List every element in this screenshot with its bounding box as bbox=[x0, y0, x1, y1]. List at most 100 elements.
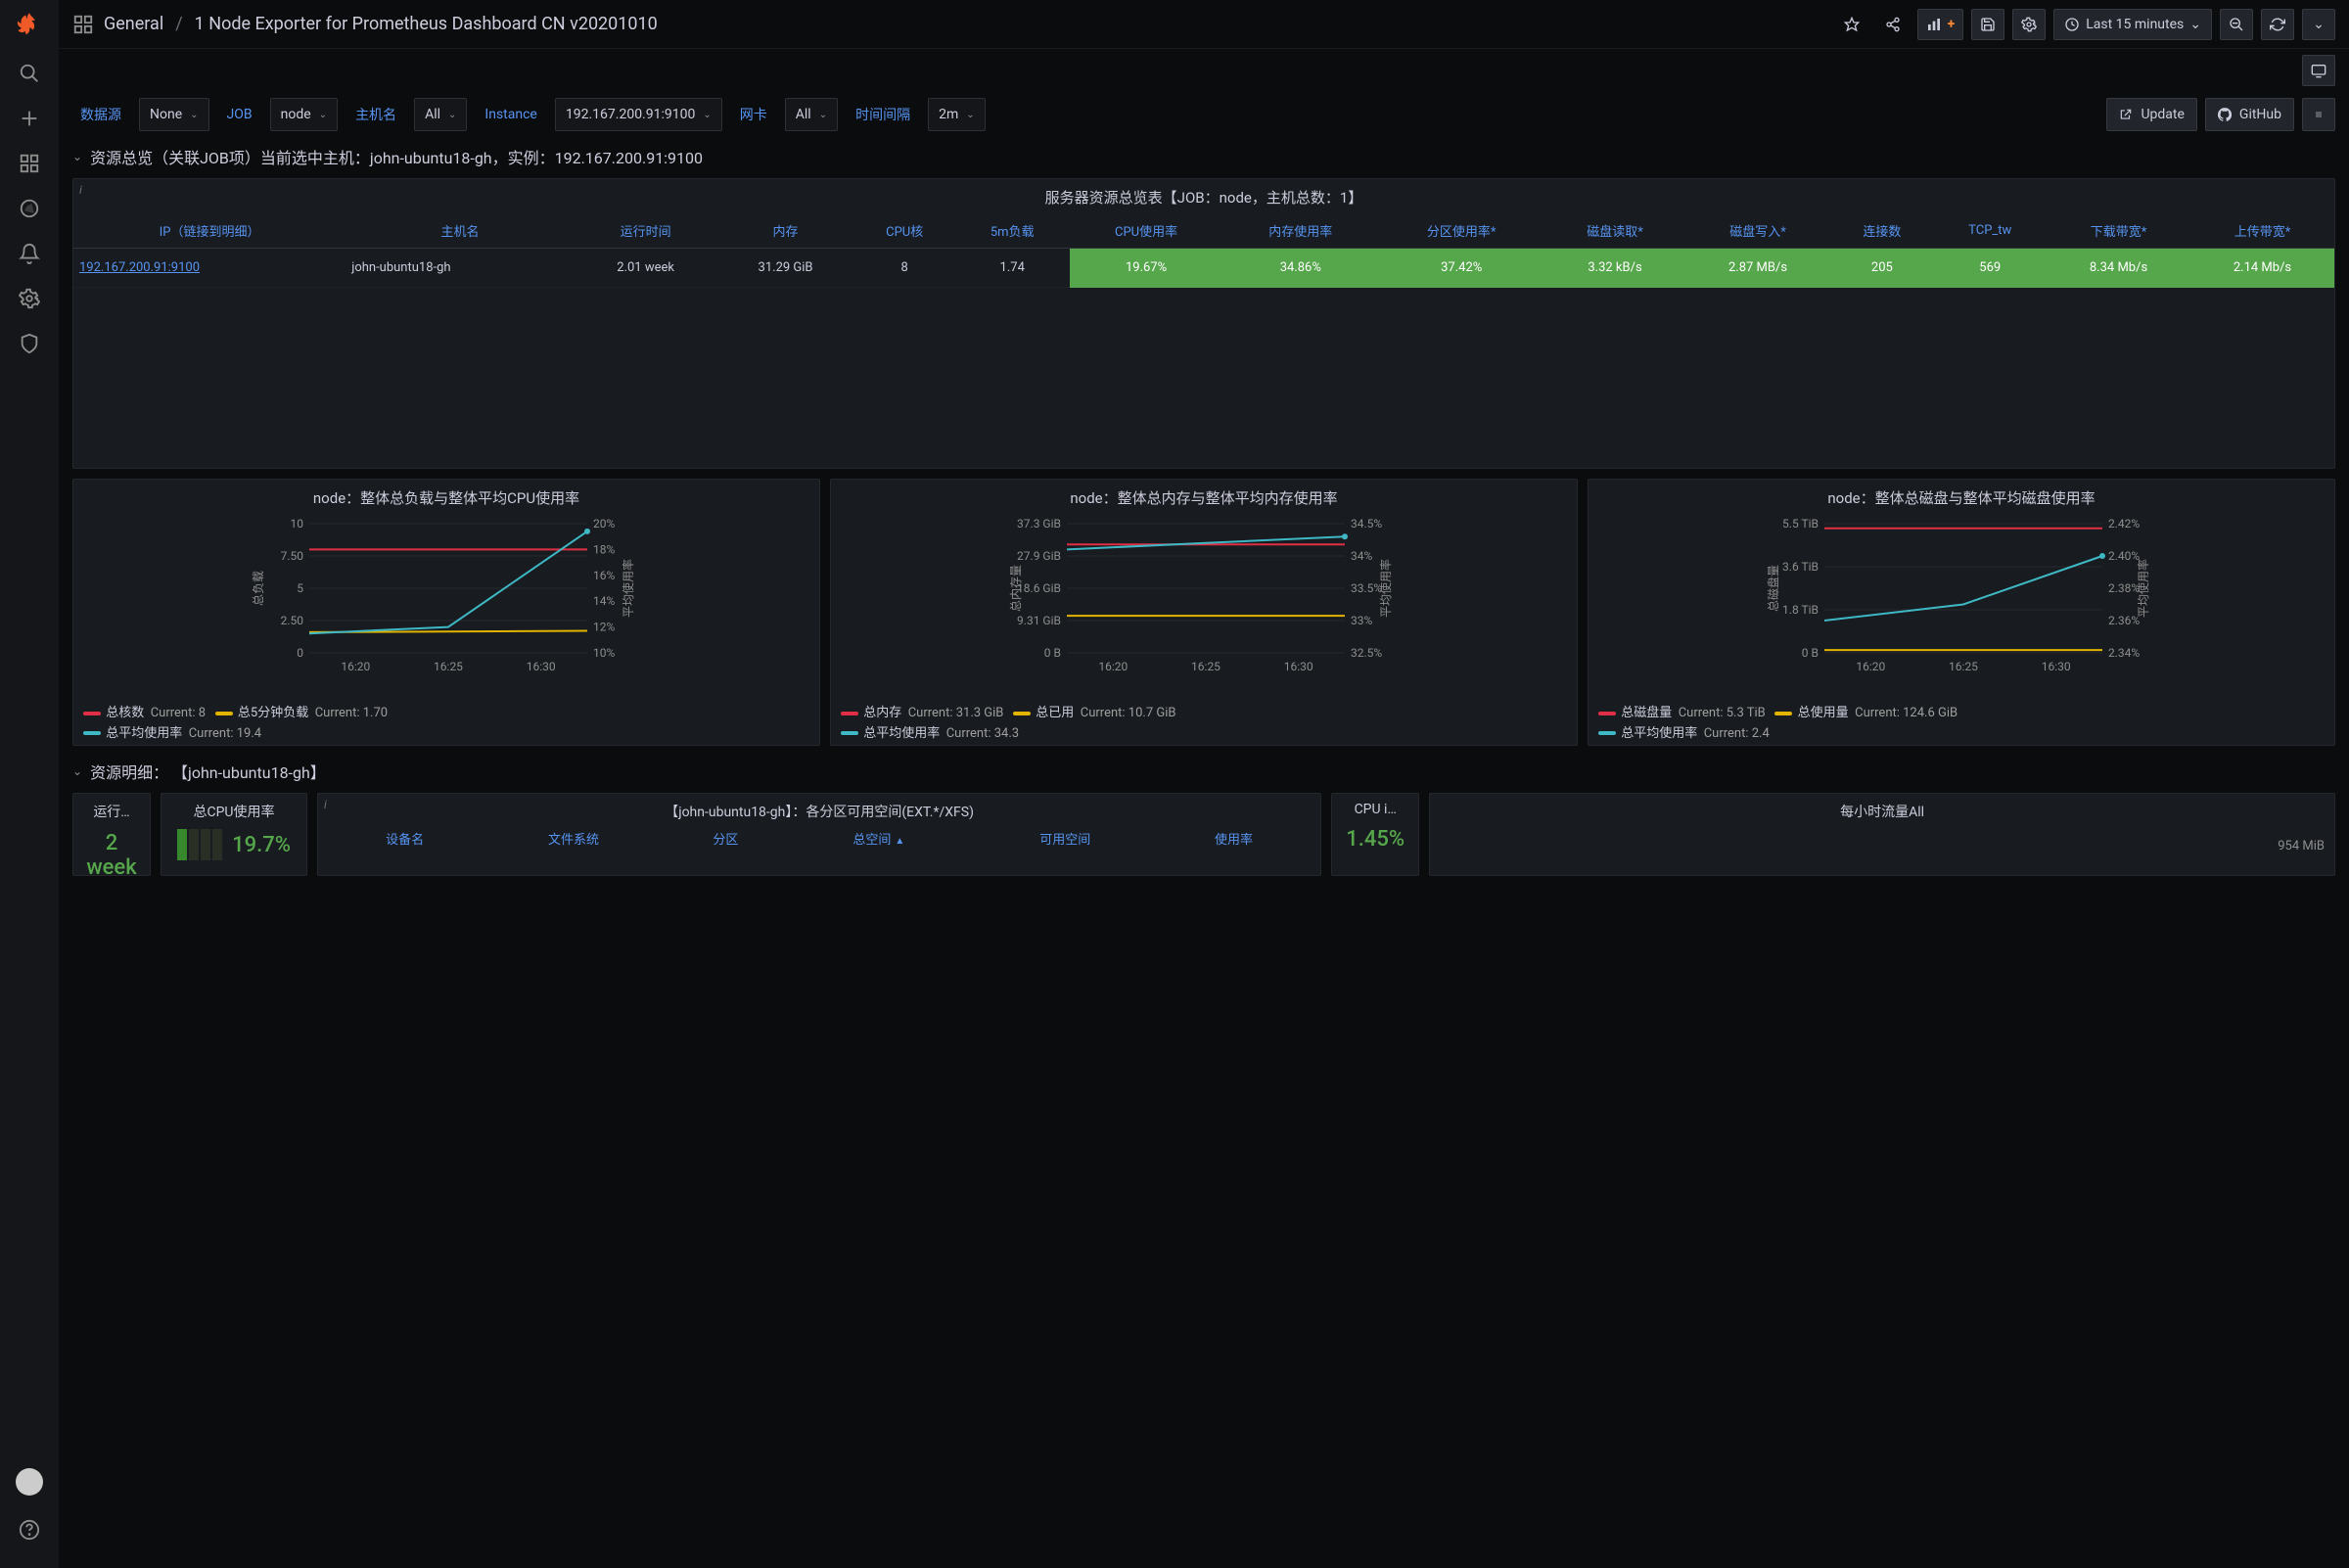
var-job-select[interactable]: node⌄ bbox=[270, 98, 338, 131]
cell-ip-link[interactable]: 192.167.200.91:9100 bbox=[73, 249, 345, 288]
svg-text:5.5 TiB: 5.5 TiB bbox=[1782, 518, 1819, 530]
table-header[interactable]: 总空间▲ bbox=[786, 823, 972, 853]
table-header[interactable]: 使用率 bbox=[1159, 823, 1309, 853]
chart-svg[interactable]: 5.5 TiB3.6 TiB1.8 TiB0 B2.42%2.40%2.38%2… bbox=[1596, 518, 2326, 674]
svg-text:1.8 TiB: 1.8 TiB bbox=[1782, 603, 1819, 617]
add-panel-button[interactable]: + bbox=[1917, 9, 1964, 40]
table-header[interactable]: TCP_tw bbox=[1933, 213, 2047, 249]
panel-partitions: i 【john-ubuntu18-gh】：各分区可用空间(EXT.*/XFS) … bbox=[317, 793, 1321, 876]
var-instance-label: Instance bbox=[477, 107, 544, 122]
table-header[interactable]: 分区 bbox=[668, 823, 785, 853]
table-header[interactable]: 主机名 bbox=[345, 213, 575, 249]
svg-text:16:30: 16:30 bbox=[1284, 660, 1313, 673]
chart-legend: 总磁盘量 Current: 5.3 TiB 总使用量 Current: 124.… bbox=[1589, 700, 2334, 745]
panel-title: node：整体总内存与整体平均内存使用率 bbox=[831, 480, 1577, 514]
svg-text:2.34%: 2.34% bbox=[2108, 646, 2140, 660]
alerting-icon[interactable] bbox=[19, 243, 40, 264]
plus-icon[interactable] bbox=[19, 108, 40, 129]
svg-text:12%: 12% bbox=[593, 621, 615, 634]
svg-text:14%: 14% bbox=[593, 594, 615, 608]
svg-text:16:20: 16:20 bbox=[1856, 660, 1885, 673]
svg-text:平均使用率: 平均使用率 bbox=[2136, 559, 2150, 618]
info-icon[interactable]: i bbox=[324, 798, 327, 811]
svg-text:16:20: 16:20 bbox=[341, 660, 370, 673]
save-button[interactable] bbox=[1971, 9, 2004, 40]
breadcrumb-folder[interactable]: General bbox=[104, 14, 163, 34]
time-picker[interactable]: Last 15 minutes ⌄ bbox=[2053, 9, 2212, 40]
panel-title: node：整体总磁盘与整体平均磁盘使用率 bbox=[1589, 480, 2334, 514]
svg-text:18%: 18% bbox=[593, 542, 615, 556]
dashboards-icon[interactable] bbox=[19, 153, 40, 174]
svg-text:2.50: 2.50 bbox=[281, 614, 304, 627]
var-job-label: JOB bbox=[219, 107, 260, 122]
update-link[interactable]: Update bbox=[2106, 98, 2196, 131]
var-interval-select[interactable]: 2m⌄ bbox=[928, 98, 986, 131]
table-header[interactable]: 文件系统 bbox=[482, 823, 665, 853]
table-header[interactable]: 连接数 bbox=[1830, 213, 1933, 249]
chart-svg[interactable]: 37.3 GiB27.9 GiB18.6 GiB9.31 GiB0 B34.5%… bbox=[839, 518, 1569, 674]
var-host-select[interactable]: All⌄ bbox=[414, 98, 467, 131]
panel-chart: node：整体总磁盘与整体平均磁盘使用率5.5 TiB3.6 TiB1.8 Ti… bbox=[1588, 479, 2335, 746]
search-icon[interactable] bbox=[19, 63, 40, 84]
table-header[interactable]: 内存使用率 bbox=[1222, 213, 1378, 249]
breadcrumb-sep: / bbox=[175, 14, 182, 34]
table-header[interactable]: CPU使用率 bbox=[1070, 213, 1223, 249]
share-button[interactable] bbox=[1876, 9, 1910, 40]
table-header[interactable]: 分区使用率* bbox=[1378, 213, 1544, 249]
svg-text:16%: 16% bbox=[593, 569, 615, 582]
avatar[interactable] bbox=[16, 1468, 43, 1496]
var-instance-select[interactable]: 192.167.200.91:9100⌄ bbox=[555, 98, 722, 131]
chart-legend: 总内存 Current: 31.3 GiB 总已用 Current: 10.7 … bbox=[831, 700, 1577, 745]
svg-text:2.42%: 2.42% bbox=[2108, 518, 2140, 530]
table-header[interactable]: 磁盘写入* bbox=[1685, 213, 1831, 249]
var-interval-label: 时间间隔 bbox=[848, 105, 918, 124]
svg-text:0 B: 0 B bbox=[1044, 646, 1061, 660]
refresh-button[interactable] bbox=[2261, 9, 2294, 40]
svg-text:2.40%: 2.40% bbox=[2108, 549, 2140, 563]
links-menu-button[interactable] bbox=[2302, 98, 2335, 131]
row-overview-toggle[interactable]: ⌄资源总览（关联JOB项）当前选中主机：john-ubuntu18-gh，实例：… bbox=[59, 141, 2349, 178]
table-header[interactable]: 可用空间 bbox=[974, 823, 1157, 853]
svg-text:总内存量: 总内存量 bbox=[1009, 565, 1023, 612]
help-icon[interactable] bbox=[19, 1519, 40, 1541]
table-header[interactable]: 设备名 bbox=[330, 823, 480, 853]
shield-icon[interactable] bbox=[19, 333, 40, 354]
svg-text:0: 0 bbox=[297, 646, 303, 660]
svg-text:27.9 GiB: 27.9 GiB bbox=[1017, 549, 1061, 563]
star-button[interactable] bbox=[1835, 9, 1868, 40]
var-nic-select[interactable]: All⌄ bbox=[785, 98, 838, 131]
chart-legend: 总核数 Current: 8 总5分钟负载 Current: 1.70 总平均使… bbox=[73, 700, 819, 745]
table-header[interactable]: 5m负载 bbox=[955, 213, 1070, 249]
apps-icon[interactable] bbox=[72, 14, 94, 35]
table-header[interactable]: 磁盘读取* bbox=[1544, 213, 1684, 249]
panel-chart: node：整体总负载与整体平均CPU使用率107.5052.50020%18%1… bbox=[72, 479, 820, 746]
config-icon[interactable] bbox=[19, 288, 40, 309]
svg-text:2.36%: 2.36% bbox=[2108, 614, 2140, 627]
svg-text:0 B: 0 B bbox=[1802, 646, 1819, 660]
var-datasource-select[interactable]: None⌄ bbox=[139, 98, 209, 131]
table-header[interactable]: IP（链接到明细） bbox=[73, 213, 345, 249]
svg-text:16:30: 16:30 bbox=[2042, 660, 2071, 673]
explore-icon[interactable] bbox=[19, 198, 40, 219]
refresh-interval[interactable]: ⌄ bbox=[2302, 9, 2335, 40]
svg-text:34.5%: 34.5% bbox=[1351, 518, 1382, 530]
table-header[interactable]: 下载带宽* bbox=[2047, 213, 2190, 249]
panel-hourly-traffic: 每小时流量All 954 MiB bbox=[1429, 793, 2335, 876]
zoom-out-button[interactable] bbox=[2220, 9, 2253, 40]
svg-text:18.6 GiB: 18.6 GiB bbox=[1017, 581, 1061, 595]
svg-text:总磁盘量: 总磁盘量 bbox=[1766, 565, 1780, 612]
grafana-logo[interactable] bbox=[16, 12, 43, 39]
table-header[interactable]: CPU核 bbox=[854, 213, 955, 249]
topbar: General / 1 Node Exporter for Prometheus… bbox=[59, 0, 2349, 49]
variable-bar: 数据源 None⌄ JOB node⌄ 主机名 All⌄ Instance 19… bbox=[59, 86, 2349, 141]
cycle-view-button[interactable] bbox=[2302, 55, 2335, 86]
row-detail-toggle[interactable]: ⌄资源明细： 【john-ubuntu18-gh】 bbox=[59, 756, 2349, 793]
svg-text:16:25: 16:25 bbox=[434, 660, 463, 673]
info-icon[interactable]: i bbox=[79, 183, 82, 197]
table-header[interactable]: 运行时间 bbox=[575, 213, 717, 249]
table-header[interactable]: 内存 bbox=[716, 213, 853, 249]
table-header[interactable]: 上传带宽* bbox=[2190, 213, 2334, 249]
chart-svg[interactable]: 107.5052.50020%18%16%14%12%10%16:2016:25… bbox=[81, 518, 811, 674]
settings-button[interactable] bbox=[2012, 9, 2046, 40]
github-link[interactable]: GitHub bbox=[2205, 98, 2294, 131]
